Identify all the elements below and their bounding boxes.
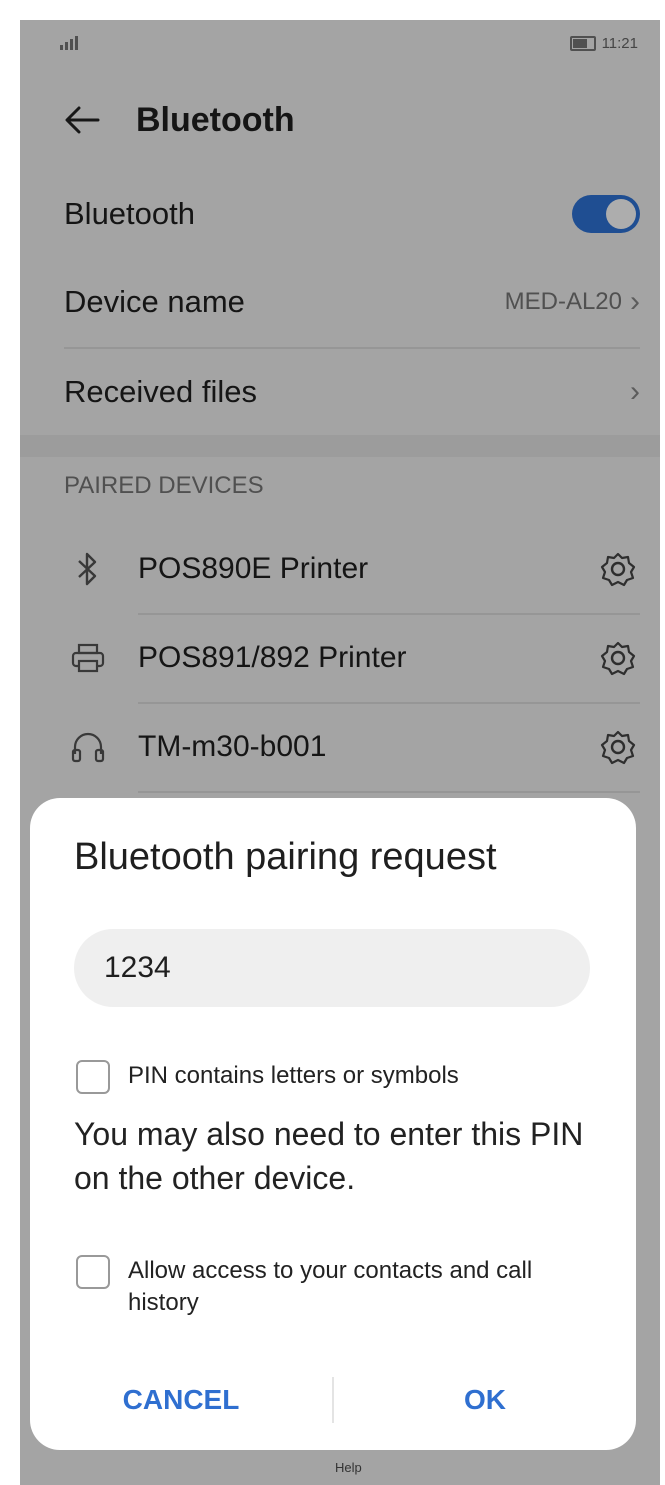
pin-input[interactable] [74, 929, 590, 1007]
contacts-access-label: Allow access to your contacts and call h… [128, 1257, 533, 1316]
dialog-title: Bluetooth pairing request [74, 836, 497, 878]
dialog-actions: CANCEL OK [30, 1360, 636, 1440]
pin-letters-option[interactable]: PIN contains letters or symbols [76, 1060, 576, 1094]
pin-letters-checkbox[interactable] [76, 1060, 110, 1094]
pairing-dialog: Bluetooth pairing request PIN contains l… [30, 798, 636, 1450]
dialog-message: You may also need to enter this PIN on t… [74, 1116, 584, 1196]
contacts-access-option[interactable]: Allow access to your contacts and call h… [76, 1255, 576, 1319]
contacts-access-checkbox[interactable] [76, 1255, 110, 1289]
help-link[interactable]: Help [335, 1460, 362, 1475]
ok-button[interactable]: OK [334, 1383, 636, 1417]
pin-letters-label: PIN contains letters or symbols [128, 1062, 459, 1089]
cancel-button[interactable]: CANCEL [30, 1383, 332, 1417]
